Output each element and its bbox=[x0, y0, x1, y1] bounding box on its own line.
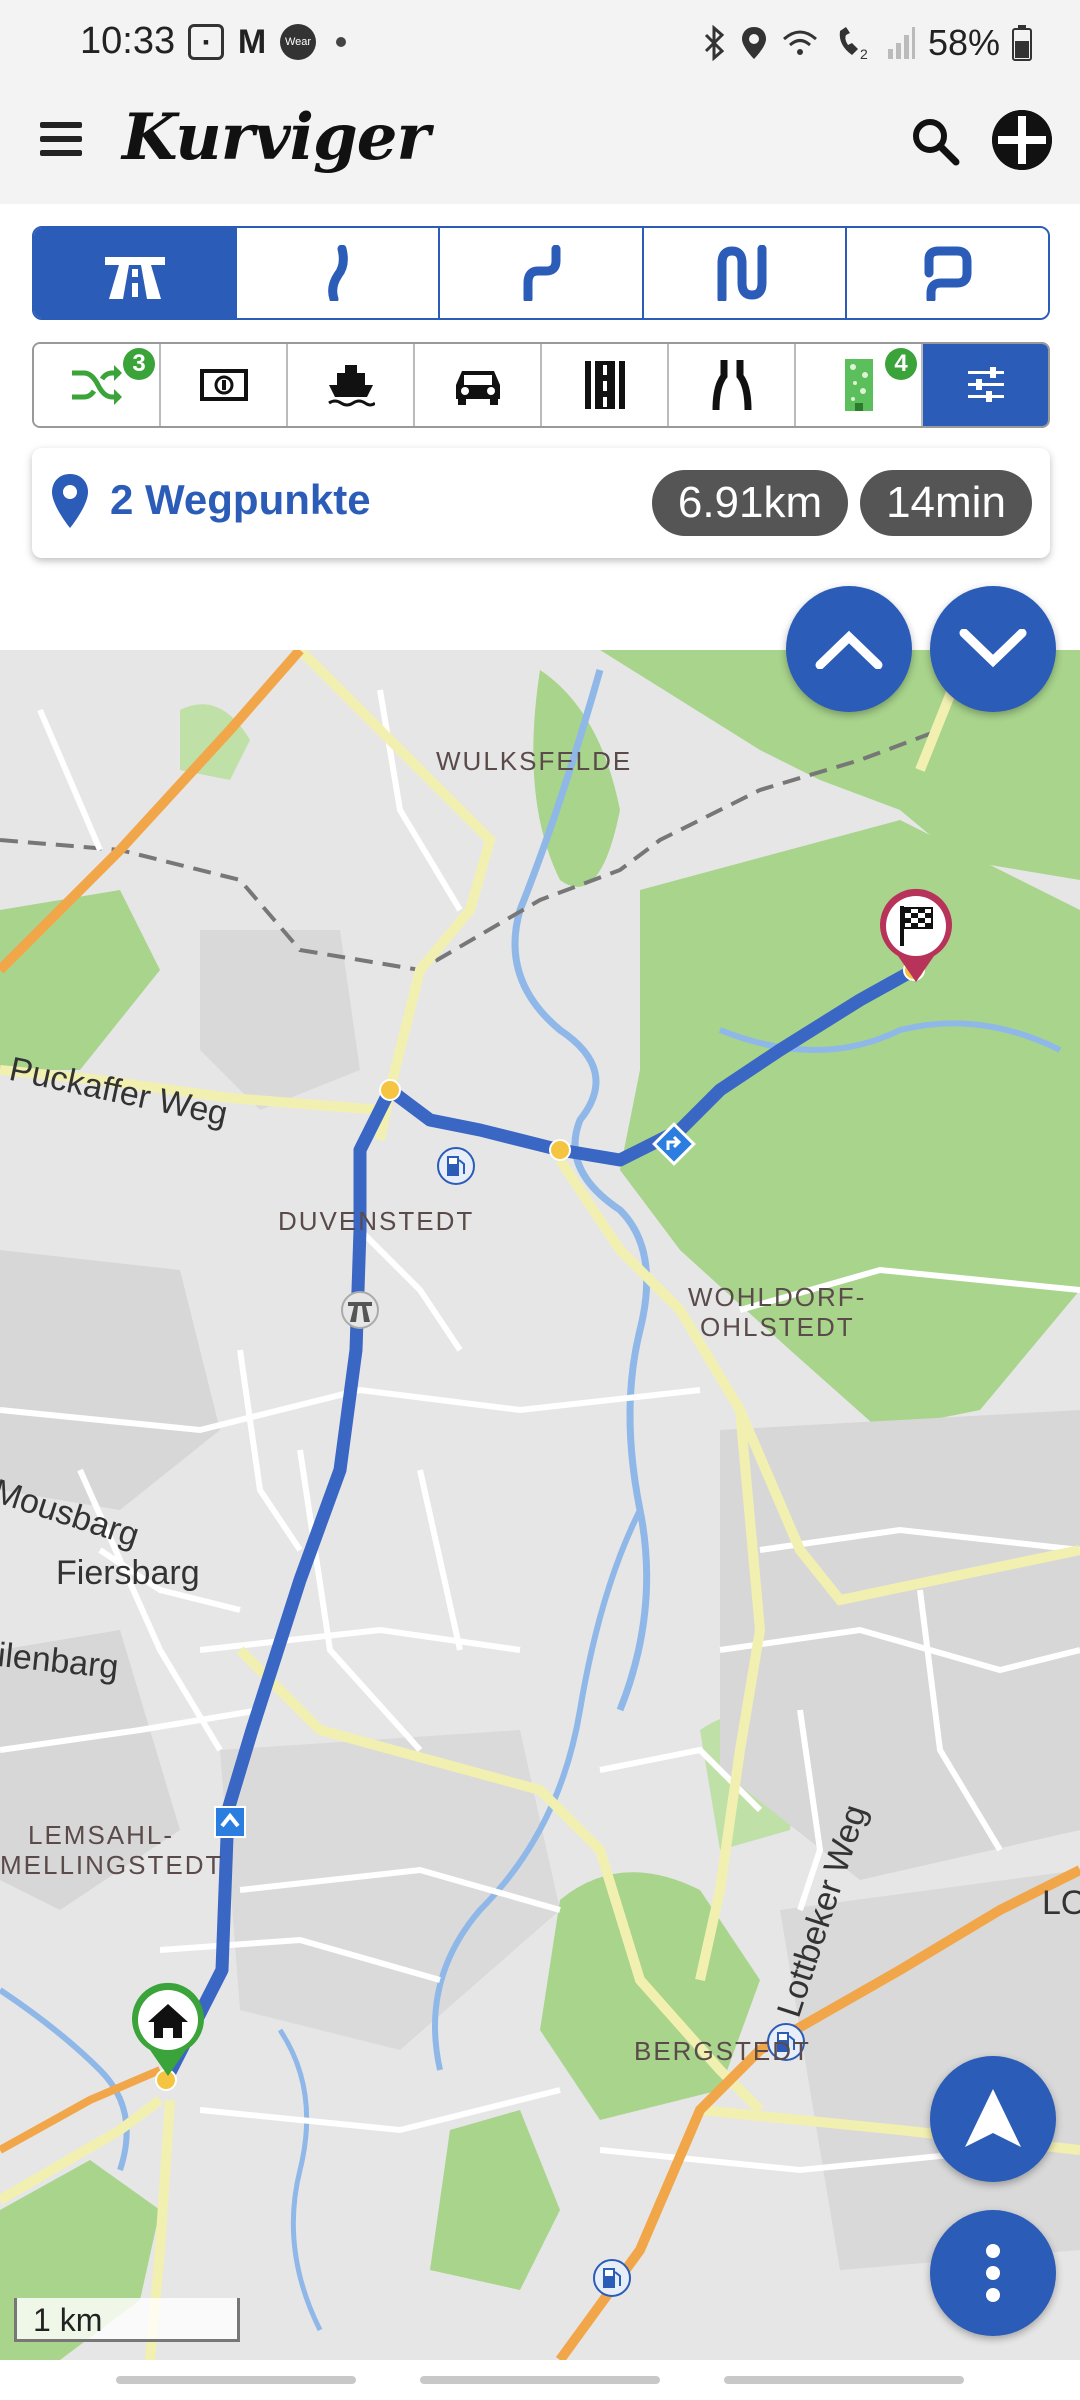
system-icons: 2 58% bbox=[700, 22, 1032, 64]
chevron-up-icon bbox=[815, 630, 883, 669]
more-options-button[interactable] bbox=[930, 2210, 1056, 2336]
curviness-strong-button[interactable] bbox=[641, 228, 845, 318]
shuffle-badge: 3 bbox=[123, 348, 155, 380]
chevron-down-icon bbox=[959, 629, 1027, 668]
curviness-selector bbox=[32, 226, 1050, 320]
curviness-extreme-button[interactable] bbox=[844, 228, 1048, 318]
waypoints-label: 2 Wegpunkte bbox=[110, 476, 371, 523]
nav-back[interactable] bbox=[724, 2376, 964, 2384]
start-home-marker[interactable] bbox=[128, 1980, 208, 2080]
status-time: 10:33 bbox=[80, 20, 176, 62]
place-label: DUVENSTEDT bbox=[278, 1206, 475, 1236]
bluetooth-icon bbox=[704, 25, 725, 61]
toll-money-icon bbox=[199, 369, 248, 401]
battery-percent: 58% bbox=[927, 22, 1000, 63]
app-logo: Kurviger bbox=[122, 100, 430, 175]
vowifi-icon: 2 bbox=[839, 27, 868, 61]
curve-extreme-icon bbox=[924, 246, 972, 301]
toll-option-button[interactable] bbox=[159, 344, 286, 426]
map-scale: 1 km bbox=[14, 2298, 240, 2342]
duration-badge: 14min bbox=[860, 470, 1032, 536]
ferry-option-button[interactable] bbox=[286, 344, 413, 426]
route-options-bar: 3 4 bbox=[32, 342, 1050, 428]
narrow-road-icon bbox=[712, 360, 751, 410]
curve-medium-icon bbox=[523, 245, 561, 301]
signal-icon bbox=[887, 27, 915, 59]
wifi-call-icon bbox=[782, 30, 817, 55]
narrow-road-option-button[interactable] bbox=[667, 344, 794, 426]
car-icon bbox=[455, 371, 500, 405]
nav-home[interactable] bbox=[420, 2376, 660, 2384]
map-pin-icon bbox=[52, 474, 88, 528]
unpaved-badge: 4 bbox=[885, 348, 917, 380]
place-label: OHLSTEDT bbox=[700, 1312, 855, 1342]
nav-recents[interactable] bbox=[116, 2376, 356, 2384]
destination-flag-marker[interactable] bbox=[876, 886, 956, 986]
fuel-station-icon[interactable] bbox=[592, 2258, 632, 2298]
map-view[interactable]: WULKSFELDE DUVENSTEDT WOHLDORF- OHLSTEDT… bbox=[0, 650, 1080, 2360]
curviness-slight-button[interactable] bbox=[235, 228, 439, 318]
route-waypoint-dot bbox=[379, 1079, 401, 1101]
turn-right-marker-icon bbox=[652, 1122, 696, 1166]
unpaved-option-button[interactable]: 4 bbox=[794, 344, 921, 426]
navigation-arrow-icon bbox=[965, 2089, 1021, 2147]
motorway-marker-icon bbox=[341, 1291, 379, 1329]
app-bar: Kurviger bbox=[0, 92, 1080, 204]
place-label: LEMSAHL- bbox=[28, 1820, 175, 1850]
svg-text:2: 2 bbox=[860, 46, 868, 61]
status-bar: 10:33 ▪ M Wear 2 58% bbox=[0, 0, 1080, 92]
road-icon bbox=[584, 361, 625, 409]
ferry-icon bbox=[327, 365, 375, 407]
curviness-medium-button[interactable] bbox=[438, 228, 642, 318]
curviness-motorway-button[interactable] bbox=[34, 228, 236, 318]
search-icon[interactable] bbox=[910, 116, 960, 166]
street-label: Fiersbarg bbox=[56, 1554, 200, 1592]
notification-icons: ▪ M Wear bbox=[188, 22, 346, 61]
car-option-button[interactable] bbox=[413, 344, 540, 426]
curve-strong-icon bbox=[717, 245, 767, 301]
curve-slight-icon bbox=[327, 245, 348, 301]
street-label: LO bbox=[1042, 1884, 1080, 1922]
wear-icon: Wear bbox=[280, 24, 316, 60]
route-waypoint-dot bbox=[549, 1139, 571, 1161]
shuffle-option-button[interactable]: 3 bbox=[34, 344, 159, 426]
battery-icon bbox=[1012, 25, 1032, 61]
expand-panel-button[interactable] bbox=[930, 586, 1056, 712]
settings-option-button[interactable] bbox=[921, 344, 1048, 426]
fuel-station-icon[interactable] bbox=[436, 1146, 476, 1186]
place-label: MELLINGSTEDT bbox=[0, 1850, 224, 1880]
menu-icon[interactable] bbox=[40, 122, 82, 158]
unpaved-road-icon bbox=[844, 359, 873, 411]
more-vertical-icon bbox=[986, 2244, 1000, 2302]
straight-marker-icon bbox=[214, 1806, 246, 1838]
start-navigation-button[interactable] bbox=[930, 2056, 1056, 2182]
collapse-panel-button[interactable] bbox=[786, 586, 912, 712]
profile-icon[interactable] bbox=[992, 110, 1052, 170]
location-icon bbox=[741, 27, 766, 59]
route-panel: 3 4 2 Wegpunkte 6.91km 14min bbox=[0, 204, 1080, 650]
gmail-icon: M bbox=[237, 22, 267, 61]
distance-badge: 6.91km bbox=[652, 470, 848, 536]
settings-sliders-icon bbox=[967, 367, 1004, 402]
road-option-button[interactable] bbox=[540, 344, 667, 426]
shuffle-icon bbox=[71, 365, 122, 405]
place-label: WULKSFELDE bbox=[436, 746, 633, 776]
system-nav-bar bbox=[0, 2360, 1080, 2400]
motorway-icon bbox=[104, 257, 165, 299]
dot-icon bbox=[336, 37, 346, 47]
place-label: BERGSTEDT bbox=[634, 2036, 811, 2066]
route-summary-card[interactable]: 2 Wegpunkte 6.91km 14min bbox=[32, 448, 1050, 558]
folder-icon: ▪ bbox=[188, 24, 224, 60]
place-label: WOHLDORF- bbox=[688, 1282, 867, 1312]
